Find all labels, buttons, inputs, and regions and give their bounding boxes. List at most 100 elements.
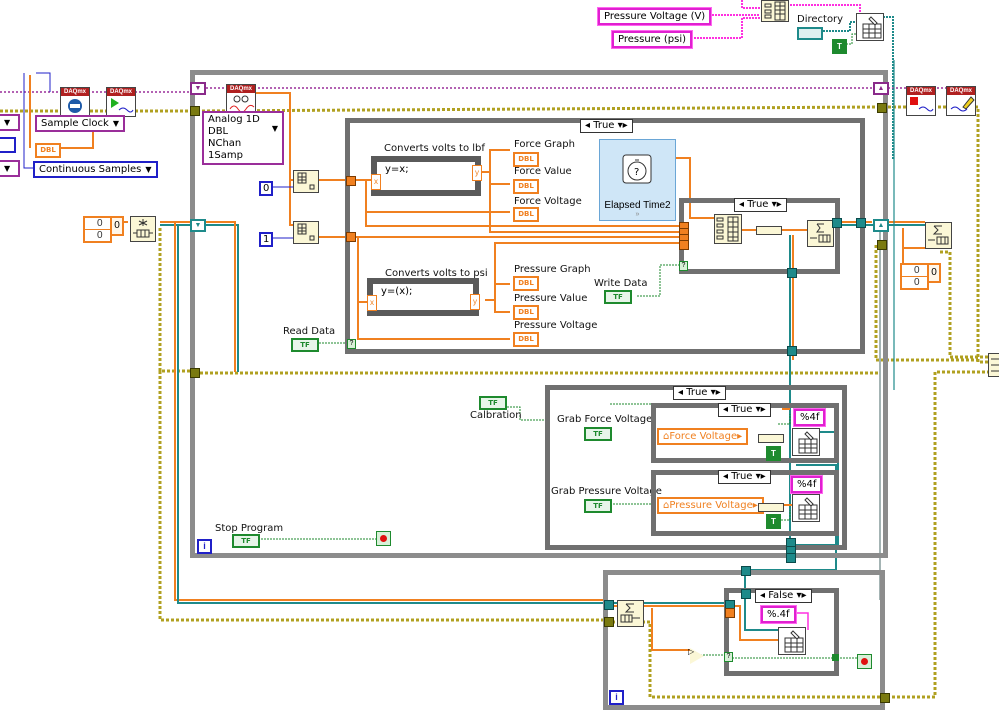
daqmx-stop-task-node[interactable]: DAQmx (906, 86, 936, 116)
stop-program-button[interactable]: TF (232, 534, 260, 548)
force-write-spreadsheet-node[interactable] (792, 428, 820, 456)
read-data-label: Read Data (283, 326, 336, 337)
stopwatch-icon: ? (622, 154, 652, 184)
release-queue-icon (928, 225, 949, 245)
index-array-node-1[interactable] (293, 221, 319, 244)
elapsed-time-label: Elapsed Time2 (604, 200, 671, 211)
read-case-selector[interactable]: ◂ True ▾▸ (580, 119, 633, 133)
force-graph-label: Force Graph (514, 139, 575, 150)
spreadsheet-write-icon (862, 16, 882, 39)
pressure-case-selector[interactable]: ◂ True ▾▸ (718, 470, 771, 484)
consumer-loop-stop-terminal[interactable] (857, 654, 872, 669)
write-spreadsheet-file-node[interactable] (856, 13, 884, 41)
grab-force-voltage-button[interactable]: TF (584, 427, 612, 441)
error-tunnel-bottom-left (190, 368, 200, 378)
array-element[interactable]: 0 (85, 218, 110, 230)
pressure-voltage-local-variable[interactable]: ⌂Pressure Voltage▸ (657, 497, 764, 514)
task-shift-register-left[interactable]: ▼ (190, 82, 206, 95)
index-array-node-0[interactable] (293, 170, 319, 193)
daqmx-start-task-node[interactable]: DAQmx (106, 87, 136, 117)
vertical-path-wire (893, 60, 895, 390)
sample-clock-ring[interactable]: Sample Clock ▼ (35, 115, 125, 132)
obtain-queue-node[interactable] (130, 216, 156, 242)
consumer-format-string[interactable]: %.4f (760, 605, 797, 624)
array-to-cluster-node[interactable] (756, 226, 782, 235)
elapsed-time-express-vi[interactable]: ? Elapsed Time2 » (599, 139, 676, 221)
force-voltage-label: Force Voltage (514, 196, 582, 207)
consumer-write-spreadsheet-node[interactable] (778, 627, 806, 655)
compare-node-outline: ▷ (688, 647, 695, 656)
queue-array-constant[interactable]: 0 0 (83, 216, 112, 243)
formula-text[interactable]: y=x; (385, 164, 409, 175)
enqueue-icon (810, 223, 831, 243)
calibration-case-selector[interactable]: ◂ True ▾▸ (673, 386, 726, 400)
play-icon (111, 98, 134, 113)
analog-read-ring[interactable]: Analog 1D DBL NChan 1Samp ▼ (202, 111, 284, 165)
queue-shift-register-right[interactable]: ▲ (873, 219, 889, 232)
enqueue-element-node[interactable] (807, 220, 834, 247)
main-loop-stop-terminal[interactable] (376, 531, 391, 546)
formula-text[interactable]: y=(x); (381, 286, 412, 297)
read-data-button[interactable]: TF (291, 338, 319, 352)
spreadsheet-write-icon (798, 497, 818, 520)
dequeue-element-node[interactable] (617, 600, 644, 627)
index-constant-0[interactable]: 0 (259, 181, 274, 196)
force-graph-indicator: DBL (513, 152, 539, 167)
read-glasses-icon (229, 95, 255, 113)
expand-chevron-icon[interactable]: » (600, 211, 675, 218)
consumer-path-tunnel (741, 566, 751, 576)
grab-pressure-voltage-button[interactable]: TF (584, 499, 612, 513)
append-true-constant[interactable]: T (832, 39, 847, 54)
right-array-constant[interactable]: 0 0 (900, 263, 929, 290)
grab-pressure-voltage-label: Grab Pressure Voltage (551, 486, 662, 497)
force-formula-node[interactable]: y=x; (371, 156, 481, 196)
to-array-node[interactable] (758, 434, 784, 443)
pressure-formula-node[interactable]: y=(x); (367, 278, 479, 316)
index-constant-1[interactable]: 1 (259, 232, 274, 247)
iteration-terminal: i (197, 539, 212, 554)
queue-shift-register-left[interactable]: ▼ (190, 219, 206, 232)
pressure-write-spreadsheet-node[interactable] (792, 494, 820, 522)
to-array-node[interactable] (758, 503, 784, 512)
force-value-label: Force Value (514, 166, 572, 177)
consumer-case-selector[interactable]: ◂ False ▾▸ (755, 589, 812, 603)
pressure-format-string[interactable]: %4f (789, 475, 824, 494)
pressure-append-true-constant[interactable]: T (766, 514, 781, 529)
pressure-input-tunnel (346, 232, 356, 242)
queue-tunnel-read-case-bottom (787, 346, 797, 356)
consumer-queue-tunnel (604, 600, 614, 610)
build-array-node[interactable] (761, 0, 789, 22)
daqmx-clear-task-node[interactable]: DAQmx (946, 86, 976, 116)
release-queue-node[interactable] (925, 222, 952, 249)
daqmx-read-node[interactable]: DAQmx (226, 84, 256, 114)
array-element[interactable]: 0 (902, 277, 927, 288)
directory-path-control[interactable] (797, 27, 823, 40)
continuous-samples-ring[interactable]: Continuous Samples ▼ (33, 161, 158, 178)
dbl-indicator: DBL (35, 143, 61, 158)
pressure-voltage-indicator: DBL (513, 332, 539, 347)
consumer-iteration-terminal: i (609, 690, 624, 705)
grab-force-voltage-label: Grab Force Voltage (557, 414, 653, 425)
calibration-button[interactable]: TF (479, 396, 507, 410)
left-task-ring-2[interactable]: ▼ (0, 160, 20, 177)
merge-errors-node[interactable] (988, 353, 999, 377)
array-element[interactable]: 0 (85, 230, 110, 241)
force-append-true-constant[interactable]: T (766, 446, 781, 461)
force-input-tunnel (346, 176, 356, 186)
write-data-button[interactable]: TF (604, 290, 632, 304)
build-array-node[interactable] (714, 214, 742, 244)
daqmx-timing-node[interactable]: DAQmx (60, 87, 90, 117)
queue-tunnel-read-case-right (856, 218, 866, 228)
task-shift-register-right[interactable]: ▲ (873, 82, 889, 95)
index-array-icon (297, 223, 315, 241)
left-task-ring-1[interactable]: ▼ (0, 114, 20, 131)
write-case-selector[interactable]: ◂ True ▾▸ (734, 198, 787, 212)
array-element[interactable]: 0 (902, 265, 927, 277)
force-format-string[interactable]: %4f (792, 408, 827, 427)
pressure-voltage-string[interactable]: Pressure Voltage (V) (596, 7, 713, 26)
pressure-graph-label: Pressure Graph (514, 264, 591, 275)
force-voltage-local-variable[interactable]: ⌂Force Voltage▸ (657, 428, 749, 445)
force-case-selector[interactable]: ◂ True ▾▸ (718, 403, 771, 417)
left-channel-enum[interactable] (0, 137, 16, 153)
pressure-psi-string[interactable]: Pressure (psi) (610, 30, 694, 49)
